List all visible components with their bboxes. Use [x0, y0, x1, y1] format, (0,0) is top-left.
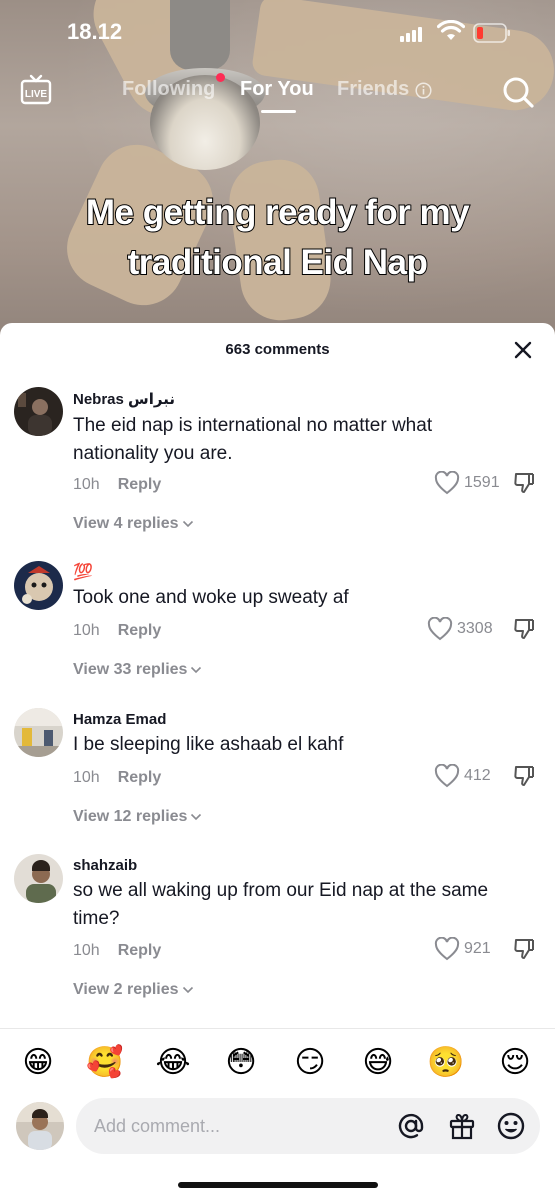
notification-dot [216, 73, 225, 82]
comment-text: so we all waking up from our Eid nap at … [73, 880, 489, 929]
like-count: 412 [464, 767, 491, 784]
dislike-icon[interactable] [512, 617, 536, 641]
status-time: 18.12 [67, 19, 123, 44]
search-icon[interactable] [500, 74, 536, 110]
view-replies-label: View 12 replies [73, 808, 188, 825]
emoji-relieved-button[interactable]: 😌 [493, 1041, 537, 1085]
avatar[interactable] [14, 854, 63, 903]
comment-text: The eid nap is international no matter w… [73, 415, 433, 464]
live-icon[interactable]: LIVE [20, 74, 52, 106]
chevron-down-icon [182, 986, 193, 994]
comment-composer [0, 1098, 555, 1154]
comment-item: shahzaib so we all waking up from our Ei… [0, 854, 555, 1004]
reply-button[interactable]: Reply [118, 476, 162, 493]
comment-item: 💯 Took one and woke up sweaty af 10h Repl… [0, 561, 555, 681]
comment-meta: 10h Reply [73, 769, 161, 787]
comment-time: 10h [73, 476, 100, 493]
like-count: 3308 [457, 620, 493, 637]
reply-button[interactable]: Reply [118, 622, 162, 639]
emoji-joy-button[interactable]: 😂 [151, 1041, 195, 1085]
view-replies-button[interactable]: View 12 replies [73, 808, 202, 826]
like-count: 921 [464, 940, 491, 957]
view-replies-label: View 4 replies [73, 515, 179, 532]
view-replies-label: View 2 replies [73, 981, 179, 998]
comment-username[interactable]: shahzaib [73, 857, 137, 874]
chevron-down-icon [191, 813, 202, 821]
chevron-down-icon [191, 666, 202, 674]
emoji-pleading-button[interactable]: 🥺 [424, 1041, 468, 1085]
active-tab-indicator [261, 110, 296, 113]
battery-icon [473, 23, 510, 43]
like-button[interactable]: 1591 [434, 471, 500, 495]
tab-for-you[interactable]: For You [240, 78, 314, 101]
comment-item: Nebras نبراس The eid nap is internationa… [0, 385, 555, 545]
comments-count-title: 663 comments [225, 341, 330, 358]
tab-following[interactable]: Following [122, 78, 215, 101]
dislike-icon[interactable] [512, 764, 536, 788]
heart-icon [434, 937, 460, 961]
fan-mount [170, 0, 230, 70]
like-button[interactable]: 3308 [427, 617, 493, 641]
emoji-flushed-button[interactable]: 😳 [219, 1041, 263, 1085]
comment-time: 10h [73, 769, 100, 786]
emoji-hearts-button[interactable]: 🥰 [83, 1041, 127, 1085]
heart-icon [434, 764, 460, 788]
heart-icon [427, 617, 453, 641]
like-button[interactable]: 412 [434, 764, 491, 788]
reply-button[interactable]: Reply [118, 942, 162, 959]
reply-button[interactable]: Reply [118, 769, 162, 786]
close-icon[interactable] [513, 340, 533, 360]
comment-text: Took one and woke up sweaty af [73, 587, 349, 608]
comment-meta: 10h Reply [73, 476, 161, 494]
emoji-picker-icon[interactable] [496, 1111, 526, 1141]
view-replies-label: View 33 replies [73, 661, 188, 678]
view-replies-button[interactable]: View 2 replies [73, 981, 194, 999]
heart-icon [434, 471, 460, 495]
divider [0, 1028, 555, 1029]
comment-time: 10h [73, 622, 100, 639]
video-player[interactable]: Me getting ready for my traditional Eid … [0, 0, 555, 360]
comment-time: 10h [73, 942, 100, 959]
avatar[interactable] [14, 561, 63, 610]
home-indicator [178, 1182, 378, 1188]
avatar[interactable] [14, 708, 63, 757]
avatar[interactable] [14, 387, 63, 436]
comment-text: I be sleeping like ashaab el kahf [73, 734, 344, 755]
tab-friends[interactable]: Friends [337, 78, 409, 101]
like-count: 1591 [464, 474, 500, 491]
comment-username[interactable]: Nebras نبراس [73, 390, 175, 408]
gift-icon[interactable] [447, 1111, 477, 1141]
avatar[interactable] [16, 1102, 64, 1150]
comment-box [76, 1098, 540, 1154]
mention-icon[interactable] [396, 1111, 426, 1141]
cellular-signal-icon [400, 26, 426, 42]
comment-username[interactable]: Hamza Emad [73, 711, 166, 728]
emoji-grin-button[interactable]: 😁 [16, 1041, 60, 1085]
comment-input[interactable] [94, 1112, 374, 1140]
comment-username[interactable]: 💯 [73, 562, 93, 582]
svg-text:LIVE: LIVE [25, 89, 48, 100]
video-caption-line2: traditional Eid Nap [127, 242, 429, 283]
dislike-icon[interactable] [512, 471, 536, 495]
chevron-down-icon [182, 520, 193, 528]
comment-meta: 10h Reply [73, 942, 161, 960]
view-replies-button[interactable]: View 4 replies [73, 515, 194, 533]
video-caption-line1: Me getting ready for my [85, 192, 471, 233]
emoji-sweat-smile-button[interactable]: 😅 [356, 1041, 400, 1085]
info-icon[interactable] [415, 82, 432, 99]
comment-item: Hamza Emad I be sleeping like ashaab el … [0, 708, 555, 828]
emoji-smirk-button[interactable]: 😏 [288, 1041, 332, 1085]
like-button[interactable]: 921 [434, 937, 491, 961]
comment-meta: 10h Reply [73, 622, 161, 640]
view-replies-button[interactable]: View 33 replies [73, 661, 202, 679]
emoji-quick-bar: 😁 🥰 😂 😳 😏 😅 🥺 😌 [0, 1041, 555, 1085]
wifi-icon [437, 20, 465, 40]
dislike-icon[interactable] [512, 937, 536, 961]
